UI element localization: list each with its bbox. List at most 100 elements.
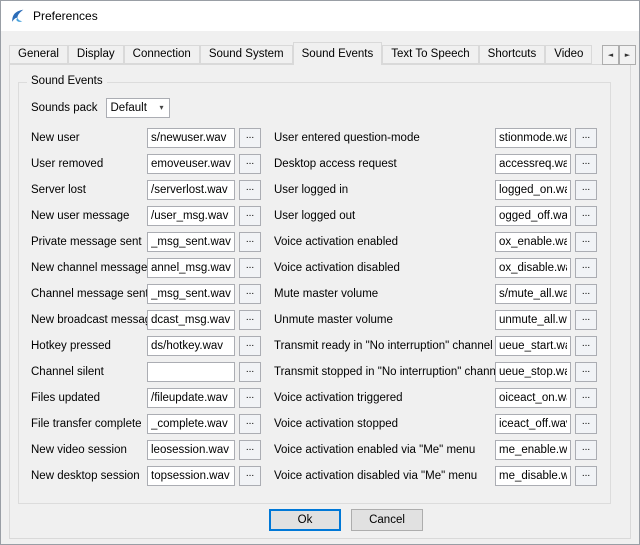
sound-event-label: New broadcast message xyxy=(31,314,147,326)
sound-event-label: Voice activation enabled xyxy=(274,236,495,248)
window-title: Preferences xyxy=(33,9,98,23)
browse-button[interactable]: ... xyxy=(575,206,597,226)
sound-events-left: New user...User removed...Server lost...… xyxy=(31,125,261,489)
sound-file-input[interactable] xyxy=(495,466,571,486)
tab-scroll-right-icon[interactable]: ► xyxy=(619,45,636,65)
sound-file-input[interactable] xyxy=(495,284,571,304)
tab-text-to-speech[interactable]: Text To Speech xyxy=(382,45,478,64)
tab-connection[interactable]: Connection xyxy=(124,45,200,64)
sound-file-input[interactable] xyxy=(147,128,235,148)
browse-button[interactable]: ... xyxy=(575,232,597,252)
sound-event-label: Voice activation disabled xyxy=(274,262,495,274)
browse-button[interactable]: ... xyxy=(239,232,261,252)
tab-sound-system[interactable]: Sound System xyxy=(200,45,293,64)
browse-button[interactable]: ... xyxy=(239,388,261,408)
sound-event-label: User removed xyxy=(31,158,147,170)
sound-file-input[interactable] xyxy=(495,388,571,408)
browse-button[interactable]: ... xyxy=(575,414,597,434)
sound-file-input[interactable] xyxy=(147,466,235,486)
browse-button[interactable]: ... xyxy=(239,128,261,148)
sound-events-columns: New user...User removed...Server lost...… xyxy=(31,125,602,489)
ok-button[interactable]: Ok xyxy=(269,509,341,531)
browse-button[interactable]: ... xyxy=(575,388,597,408)
browse-button[interactable]: ... xyxy=(239,154,261,174)
browse-button[interactable]: ... xyxy=(239,310,261,330)
sound-event-row: Transmit stopped in "No interruption" ch… xyxy=(274,359,602,385)
sound-event-label: User logged in xyxy=(274,184,495,196)
sound-file-input[interactable] xyxy=(495,206,571,226)
sound-file-input[interactable] xyxy=(147,388,235,408)
browse-button[interactable]: ... xyxy=(575,154,597,174)
browse-button[interactable]: ... xyxy=(239,362,261,382)
browse-button[interactable]: ... xyxy=(575,310,597,330)
sound-file-input[interactable] xyxy=(495,180,571,200)
sound-event-row: User logged in... xyxy=(274,177,602,203)
sound-event-label: Files updated xyxy=(31,392,147,404)
sound-file-input[interactable] xyxy=(147,258,235,278)
tab-sound-events[interactable]: Sound Events xyxy=(293,42,383,65)
sound-events-right: User entered question-mode...Desktop acc… xyxy=(274,125,602,489)
cancel-button[interactable]: Cancel xyxy=(351,509,423,531)
sound-event-label: File transfer complete xyxy=(31,418,147,430)
tab-shortcuts[interactable]: Shortcuts xyxy=(479,45,546,64)
sound-file-input[interactable] xyxy=(495,336,571,356)
sound-event-row: Voice activation stopped... xyxy=(274,411,602,437)
sound-file-input[interactable] xyxy=(147,336,235,356)
sound-event-label: Desktop access request xyxy=(274,158,495,170)
sound-file-input[interactable] xyxy=(147,180,235,200)
sound-file-input[interactable] xyxy=(495,414,571,434)
browse-button[interactable]: ... xyxy=(239,440,261,460)
sound-event-row: Server lost... xyxy=(31,177,261,203)
browse-button[interactable]: ... xyxy=(239,466,261,486)
preferences-dialog: Preferences GeneralDisplayConnectionSoun… xyxy=(0,0,640,545)
browse-button[interactable]: ... xyxy=(239,180,261,200)
sounds-pack-label: Sounds pack xyxy=(31,102,98,114)
browse-button[interactable]: ... xyxy=(575,180,597,200)
sounds-pack-select[interactable]: Default ▾ xyxy=(106,98,170,118)
browse-button[interactable]: ... xyxy=(575,466,597,486)
browse-button[interactable]: ... xyxy=(575,258,597,278)
sound-event-label: Channel silent xyxy=(31,366,147,378)
browse-button[interactable]: ... xyxy=(239,284,261,304)
sound-file-input[interactable] xyxy=(495,232,571,252)
sound-event-row: Voice activation enabled via "Me" menu..… xyxy=(274,437,602,463)
sound-file-input[interactable] xyxy=(495,258,571,278)
sound-file-input[interactable] xyxy=(495,440,571,460)
sound-file-input[interactable] xyxy=(147,154,235,174)
sound-file-input[interactable] xyxy=(147,206,235,226)
sounds-pack-value: Default xyxy=(111,102,155,114)
browse-button[interactable]: ... xyxy=(575,362,597,382)
sound-file-input[interactable] xyxy=(495,310,571,330)
browse-button[interactable]: ... xyxy=(239,336,261,356)
sound-event-row: Unmute master volume... xyxy=(274,307,602,333)
sound-file-input[interactable] xyxy=(147,414,235,434)
sound-event-row: Voice activation triggered... xyxy=(274,385,602,411)
sound-event-row: Hotkey pressed... xyxy=(31,333,261,359)
sound-file-input[interactable] xyxy=(495,154,571,174)
sound-file-input[interactable] xyxy=(147,232,235,252)
tab-scroll-left-icon[interactable]: ◄ xyxy=(602,45,619,65)
browse-button[interactable]: ... xyxy=(239,206,261,226)
browse-button[interactable]: ... xyxy=(239,258,261,278)
tab-page-sound-events: Sound Events Sounds pack Default ▾ New u… xyxy=(9,64,631,539)
browse-button[interactable]: ... xyxy=(575,128,597,148)
tab-display[interactable]: Display xyxy=(68,45,124,64)
sound-file-input[interactable] xyxy=(147,362,235,382)
titlebar: Preferences xyxy=(1,1,639,31)
tab-general[interactable]: General xyxy=(9,45,68,64)
sound-event-row: New user... xyxy=(31,125,261,151)
sound-file-input[interactable] xyxy=(147,440,235,460)
browse-button[interactable]: ... xyxy=(575,284,597,304)
groupbox-content: Sounds pack Default ▾ New user... User re… xyxy=(19,83,610,503)
sound-event-row: Channel message sent... xyxy=(31,281,261,307)
sound-event-row: Voice activation disabled via "Me" menu.… xyxy=(274,463,602,489)
sound-event-row: Voice activation enabled... xyxy=(274,229,602,255)
tab-video[interactable]: Video xyxy=(545,45,592,64)
sound-file-input[interactable] xyxy=(495,362,571,382)
sound-file-input[interactable] xyxy=(147,310,235,330)
sound-file-input[interactable] xyxy=(495,128,571,148)
browse-button[interactable]: ... xyxy=(575,336,597,356)
sound-file-input[interactable] xyxy=(147,284,235,304)
browse-button[interactable]: ... xyxy=(239,414,261,434)
browse-button[interactable]: ... xyxy=(575,440,597,460)
